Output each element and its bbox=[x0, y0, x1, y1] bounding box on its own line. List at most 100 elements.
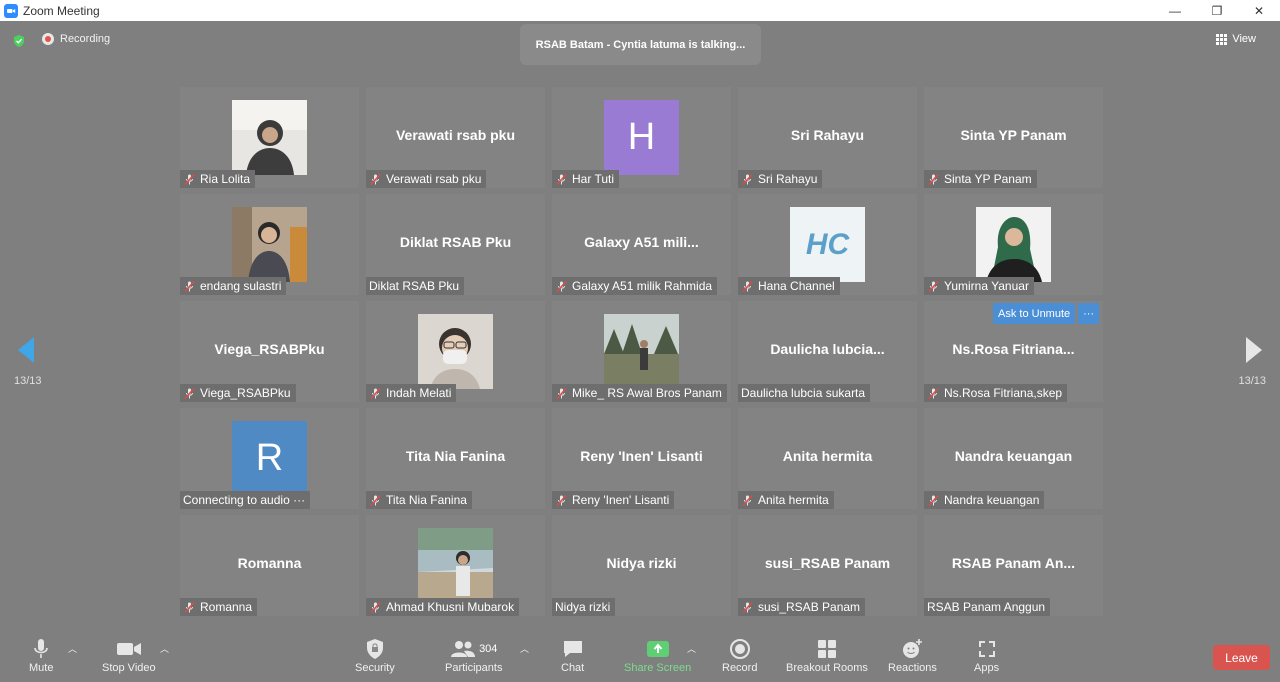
participant-tile[interactable]: Galaxy A51 mili... Galaxy A51 milik Rahm… bbox=[552, 194, 731, 295]
reactions-button[interactable]: Reactions bbox=[888, 638, 937, 674]
view-label: View bbox=[1232, 33, 1256, 45]
participant-photo bbox=[418, 528, 493, 603]
participant-tile[interactable]: Sri Rahayu Sri Rahayu bbox=[738, 87, 917, 188]
more-options-button[interactable]: ··· bbox=[1078, 303, 1100, 324]
chat-label: Chat bbox=[561, 662, 585, 674]
muted-mic-icon bbox=[741, 494, 754, 507]
participant-display-name: Reny 'Inen' Lisanti bbox=[580, 448, 703, 464]
participant-name: endang sulastri bbox=[200, 279, 282, 293]
participant-display-name: RSAB Panam An... bbox=[951, 555, 1076, 571]
participant-name: Reny 'Inen' Lisanti bbox=[572, 493, 670, 507]
participant-label: Diklat RSAB Pku bbox=[366, 277, 465, 295]
participant-label: Reny 'Inen' Lisanti bbox=[552, 491, 675, 509]
participants-label: Participants bbox=[445, 662, 503, 674]
ask-to-unmute-button[interactable]: Ask to Unmute bbox=[993, 303, 1076, 324]
participant-name: Sinta YP Panam bbox=[944, 172, 1032, 186]
participants-button[interactable]: 304 Participants bbox=[445, 638, 502, 674]
record-icon bbox=[729, 638, 751, 660]
video-camera-icon bbox=[116, 638, 142, 660]
participant-tile[interactable]: Nidya rizki Nidya rizki bbox=[552, 515, 731, 616]
muted-mic-icon bbox=[369, 387, 382, 400]
avatar-letter: H bbox=[604, 100, 679, 175]
chat-button[interactable]: Chat bbox=[561, 638, 584, 674]
participant-display-name: Sri Rahayu bbox=[790, 127, 865, 143]
participant-label: RSAB Panam Anggun bbox=[924, 598, 1051, 616]
participant-display-name: Romanna bbox=[237, 555, 302, 571]
participant-label: Anita hermita bbox=[738, 491, 834, 509]
participant-tile[interactable]: Anita hermita Anita hermita bbox=[738, 408, 917, 509]
recording-indicator[interactable]: Recording bbox=[42, 33, 110, 45]
participant-tile[interactable]: Viega_RSABPku Viega_RSABPku bbox=[180, 301, 359, 402]
participant-tile[interactable]: Indah Melati bbox=[366, 301, 545, 402]
participant-name: Nandra keuangan bbox=[944, 493, 1040, 507]
participant-tile[interactable]: Verawati rsab pku Verawati rsab pku bbox=[366, 87, 545, 188]
mute-label: Mute bbox=[29, 662, 54, 674]
participant-name: Ns.Rosa Fitriana,skep bbox=[944, 386, 1063, 400]
previous-page-arrow-icon[interactable] bbox=[16, 336, 36, 364]
participant-label: Har Tuti bbox=[552, 170, 620, 188]
channel-logo: HC bbox=[790, 207, 865, 282]
encryption-shield-icon[interactable] bbox=[12, 34, 26, 48]
mute-button[interactable]: Mute bbox=[29, 638, 53, 674]
participant-tile[interactable]: Yumirna Yanuar bbox=[924, 194, 1103, 295]
participant-name: Indah Melati bbox=[386, 386, 452, 400]
participant-tile[interactable]: Tita Nia Fanina Tita Nia Fanina bbox=[366, 408, 545, 509]
participant-tile[interactable]: Diklat RSAB Pku Diklat RSAB Pku bbox=[366, 194, 545, 295]
minimize-button[interactable]: — bbox=[1154, 0, 1196, 21]
security-shield-icon bbox=[365, 638, 385, 660]
stop-video-label: Stop Video bbox=[102, 662, 156, 674]
participant-tile[interactable]: RSAB Panam An... RSAB Panam Anggun bbox=[924, 515, 1103, 616]
participant-tile[interactable]: Mike_ RS Awal Bros Panam bbox=[552, 301, 731, 402]
participant-display-name: Ns.Rosa Fitriana... bbox=[952, 341, 1075, 357]
reactions-smiley-icon bbox=[901, 638, 923, 660]
participant-tile[interactable]: HC Hana Channel bbox=[738, 194, 917, 295]
participant-tile[interactable]: Reny 'Inen' Lisanti Reny 'Inen' Lisanti bbox=[552, 408, 731, 509]
leave-button[interactable]: Leave bbox=[1213, 645, 1270, 670]
participant-tile[interactable]: Ria Lolita bbox=[180, 87, 359, 188]
muted-mic-icon bbox=[741, 280, 754, 293]
close-button[interactable]: ✕ bbox=[1238, 0, 1280, 21]
participant-tile[interactable]: susi_RSAB Panam susi_RSAB Panam bbox=[738, 515, 917, 616]
channel-logo-text: HC bbox=[805, 227, 850, 261]
breakout-rooms-button[interactable]: Breakout Rooms bbox=[786, 638, 868, 674]
participant-tile[interactable]: endang sulastri bbox=[180, 194, 359, 295]
breakout-rooms-icon bbox=[817, 638, 837, 660]
participant-label: Viega_RSABPku bbox=[180, 384, 296, 402]
tile-hover-controls: Ask to Unmute ··· bbox=[993, 303, 1100, 324]
record-button[interactable]: Record bbox=[722, 638, 757, 674]
participant-tile[interactable]: Sinta YP Panam Sinta YP Panam bbox=[924, 87, 1103, 188]
participant-tile[interactable]: Daulicha lubcia... Daulicha lubcia sukar… bbox=[738, 301, 917, 402]
participant-photo bbox=[232, 100, 307, 175]
page-count-right: 13/13 bbox=[1238, 375, 1266, 387]
chat-bubble-icon bbox=[562, 638, 584, 660]
video-options-caret-icon[interactable]: ︿ bbox=[160, 642, 169, 655]
participant-label: Indah Melati bbox=[366, 384, 457, 402]
muted-mic-icon bbox=[183, 173, 196, 186]
participant-tile[interactable]: R Connecting to audio ··· bbox=[180, 408, 359, 509]
participant-tile[interactable]: H Har Tuti bbox=[552, 87, 731, 188]
participant-photo bbox=[976, 207, 1051, 282]
stop-video-button[interactable]: Stop Video bbox=[102, 638, 156, 674]
share-options-caret-icon[interactable]: ︿ bbox=[687, 642, 696, 655]
share-screen-button[interactable]: Share Screen bbox=[624, 638, 691, 674]
participants-icon: 304 bbox=[450, 638, 497, 660]
participant-display-name: Nidya rizki bbox=[606, 555, 677, 571]
participant-label: Ria Lolita bbox=[180, 170, 256, 188]
active-speaker-banner: RSAB Batam - Cyntia latuma is talking... bbox=[520, 24, 761, 65]
participants-options-caret-icon[interactable]: ︿ bbox=[520, 642, 529, 655]
next-page-arrow-icon[interactable] bbox=[1244, 336, 1264, 364]
muted-mic-icon bbox=[183, 601, 196, 614]
apps-button[interactable]: Apps bbox=[974, 638, 999, 674]
participant-name: Tita Nia Fanina bbox=[386, 493, 467, 507]
participant-name: Nidya rizki bbox=[555, 600, 611, 614]
restore-button[interactable]: ❐ bbox=[1196, 0, 1238, 21]
audio-options-caret-icon[interactable]: ︿ bbox=[68, 642, 77, 655]
share-screen-label: Share Screen bbox=[624, 662, 692, 674]
muted-mic-icon bbox=[741, 601, 754, 614]
view-button[interactable]: View bbox=[1216, 33, 1256, 45]
participant-tile[interactable]: Nandra keuangan Nandra keuangan bbox=[924, 408, 1103, 509]
participant-name: Sri Rahayu bbox=[758, 172, 818, 186]
security-button[interactable]: Security bbox=[355, 638, 395, 674]
participant-tile[interactable]: Ahmad Khusni Mubarok bbox=[366, 515, 545, 616]
participant-tile[interactable]: Romanna Romanna bbox=[180, 515, 359, 616]
